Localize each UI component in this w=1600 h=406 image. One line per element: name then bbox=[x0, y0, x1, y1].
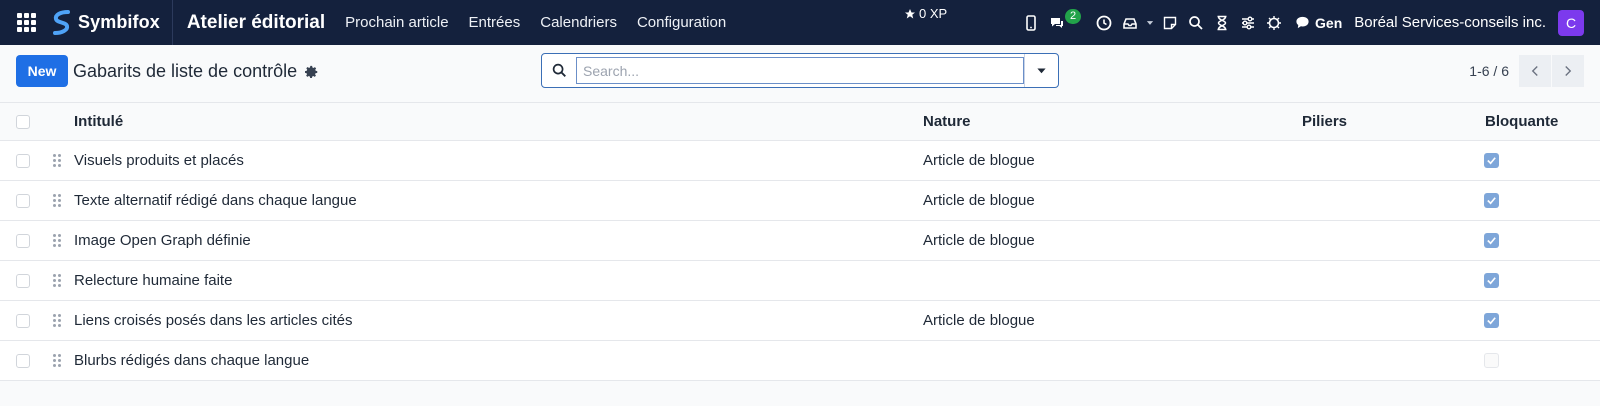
row-nature: Article de blogue bbox=[923, 192, 1035, 209]
row-nature: Article de blogue bbox=[923, 232, 1035, 249]
search-input[interactable] bbox=[576, 57, 1024, 84]
chat-badge: 2 bbox=[1065, 9, 1082, 24]
drag-handle-icon[interactable] bbox=[53, 233, 61, 248]
menu-item-entrees[interactable]: Entrées bbox=[459, 0, 531, 45]
column-header-bloquante[interactable]: Bloquante bbox=[1485, 113, 1558, 130]
gear-icon[interactable] bbox=[305, 65, 319, 79]
table-header: Intitulé Nature Piliers Bloquante bbox=[0, 103, 1600, 141]
drag-handle-icon[interactable] bbox=[53, 153, 61, 168]
control-panel: New Gabarits de liste de contrôle 1-6 / … bbox=[0, 45, 1600, 103]
row-checkbox[interactable] bbox=[16, 153, 30, 168]
row-intitule: Liens croisés posés dans les articles ci… bbox=[74, 312, 353, 329]
clock-icon[interactable] bbox=[1091, 0, 1117, 45]
sliders-icon[interactable] bbox=[1235, 0, 1261, 45]
caret-down-icon[interactable] bbox=[1143, 0, 1157, 45]
bloquante-checkbox[interactable] bbox=[1484, 153, 1499, 168]
bloquante-checkbox[interactable] bbox=[1484, 233, 1499, 248]
breadcrumb: Gabarits de liste de contrôle bbox=[73, 61, 319, 82]
search-icon[interactable] bbox=[1183, 0, 1209, 45]
user-avatar[interactable]: C bbox=[1558, 9, 1584, 36]
chat-icon[interactable]: 2 bbox=[1044, 0, 1091, 45]
row-nature: Article de blogue bbox=[923, 312, 1035, 329]
company-switcher[interactable]: Boréal Services-conseils inc. bbox=[1354, 14, 1558, 31]
pager-next-button[interactable] bbox=[1552, 55, 1584, 87]
row-checkbox[interactable] bbox=[16, 353, 30, 368]
top-navbar: Symbifox Atelier éditorial Prochain arti… bbox=[0, 0, 1600, 45]
table-row[interactable]: Blurbs rédigés dans chaque langue bbox=[0, 341, 1600, 381]
main-menu: Prochain article Entrées Calendriers Con… bbox=[335, 0, 736, 45]
row-checkbox[interactable] bbox=[16, 193, 30, 208]
chevron-left-icon bbox=[1531, 66, 1538, 76]
pager-previous-button[interactable] bbox=[1519, 55, 1551, 87]
table-row[interactable]: Visuels produits et placés Article de bl… bbox=[0, 141, 1600, 181]
row-intitule: Blurbs rédigés dans chaque langue bbox=[74, 352, 310, 369]
xp-indicator[interactable]: 0 XP bbox=[904, 6, 947, 21]
page-title: Gabarits de liste de contrôle bbox=[73, 61, 298, 81]
row-checkbox[interactable] bbox=[16, 273, 30, 288]
drag-handle-icon[interactable] bbox=[53, 353, 61, 368]
column-header-nature[interactable]: Nature bbox=[923, 113, 971, 130]
pager: 1-6 / 6 bbox=[1469, 55, 1584, 87]
bloquante-checkbox[interactable] bbox=[1484, 273, 1499, 288]
select-all-checkbox[interactable] bbox=[16, 114, 30, 129]
star-icon bbox=[905, 8, 915, 18]
bloquante-checkbox[interactable] bbox=[1484, 193, 1499, 208]
hourglass-icon[interactable] bbox=[1209, 0, 1235, 45]
row-intitule: Image Open Graph définie bbox=[74, 232, 251, 249]
brand-name: Symbifox bbox=[78, 12, 160, 32]
bloquante-checkbox[interactable] bbox=[1484, 353, 1499, 368]
search-bar bbox=[541, 53, 1059, 88]
brand-logo-icon bbox=[53, 9, 70, 35]
row-checkbox[interactable] bbox=[16, 233, 30, 248]
row-intitule: Texte alternatif rédigé dans chaque lang… bbox=[74, 192, 357, 209]
row-nature: Article de blogue bbox=[923, 152, 1035, 169]
table-row[interactable]: Liens croisés posés dans les articles ci… bbox=[0, 301, 1600, 341]
drag-handle-icon[interactable] bbox=[53, 273, 61, 288]
menu-item-configuration[interactable]: Configuration bbox=[627, 0, 736, 45]
navbar-systray: 2 Gen Boréal Services-conseils inc. C bbox=[1018, 0, 1600, 45]
note-icon[interactable] bbox=[1157, 0, 1183, 45]
menu-item-calendriers[interactable]: Calendriers bbox=[530, 0, 627, 45]
chevron-right-icon bbox=[1565, 66, 1572, 76]
table-row[interactable]: Texte alternatif rédigé dans chaque lang… bbox=[0, 181, 1600, 221]
gen-ai-button[interactable]: Gen bbox=[1287, 15, 1354, 31]
row-intitule: Relecture humaine faite bbox=[74, 272, 233, 289]
bug-icon[interactable] bbox=[1261, 0, 1287, 45]
row-checkbox[interactable] bbox=[16, 313, 30, 328]
xp-value: 0 XP bbox=[919, 6, 948, 21]
drag-handle-icon[interactable] bbox=[53, 193, 61, 208]
mobile-icon[interactable] bbox=[1018, 0, 1044, 45]
list-table: Intitulé Nature Piliers Bloquante Visuel… bbox=[0, 103, 1600, 381]
search-icon bbox=[542, 63, 576, 78]
pager-value[interactable]: 1-6 / 6 bbox=[1469, 63, 1509, 79]
table-row[interactable]: Image Open Graph définie Article de blog… bbox=[0, 221, 1600, 261]
inbox-icon[interactable] bbox=[1117, 0, 1143, 45]
bloquante-checkbox[interactable] bbox=[1484, 313, 1499, 328]
table-row[interactable]: Relecture humaine faite bbox=[0, 261, 1600, 301]
brand[interactable]: Symbifox bbox=[52, 0, 173, 45]
apps-menu-icon[interactable] bbox=[0, 0, 52, 45]
column-header-piliers[interactable]: Piliers bbox=[1302, 113, 1347, 130]
app-title[interactable]: Atelier éditorial bbox=[187, 12, 325, 34]
caret-down-icon bbox=[1037, 68, 1046, 74]
row-intitule: Visuels produits et placés bbox=[74, 152, 244, 169]
new-button[interactable]: New bbox=[16, 55, 68, 87]
search-options-toggle[interactable] bbox=[1024, 54, 1058, 87]
menu-item-prochain-article[interactable]: Prochain article bbox=[335, 0, 458, 45]
chat-bubble-icon bbox=[1296, 16, 1309, 29]
column-header-intitule[interactable]: Intitulé bbox=[74, 113, 123, 130]
drag-handle-icon[interactable] bbox=[53, 313, 61, 328]
gen-label: Gen bbox=[1315, 14, 1343, 31]
